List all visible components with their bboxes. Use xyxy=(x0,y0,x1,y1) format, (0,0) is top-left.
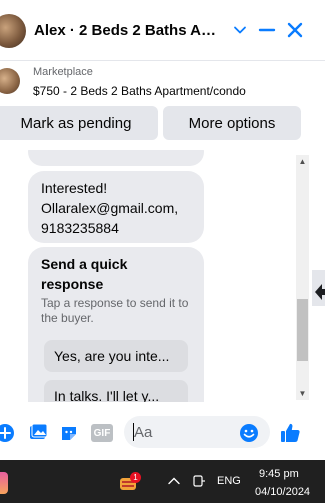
conversation-title[interactable]: Alex · 2 Beds 2 Baths Apar... xyxy=(34,22,224,39)
more-options-button[interactable]: More options xyxy=(163,106,301,140)
chevron-down-icon[interactable] xyxy=(228,18,252,42)
plus-icon[interactable] xyxy=(0,422,16,444)
listing-title: $750 - 2 Beds 2 Baths Apartment/condo xyxy=(33,84,246,98)
message-input-placeholder: Aa xyxy=(134,424,153,441)
network-icon[interactable] xyxy=(192,474,206,493)
message-composer: GIF Aa xyxy=(0,404,325,460)
photo-icon[interactable] xyxy=(27,422,49,444)
notification-badge: 1 xyxy=(130,472,141,483)
scroll-down-arrow-icon[interactable]: ▼ xyxy=(298,389,307,398)
previous-message-bubble xyxy=(28,150,204,166)
marketplace-label: Marketplace xyxy=(33,66,93,78)
sticker-icon[interactable] xyxy=(58,422,80,444)
quick-response-option[interactable]: In talks. I'll let y... xyxy=(44,380,188,402)
scrollbar-thumb[interactable] xyxy=(297,299,308,361)
app-icon[interactable] xyxy=(0,472,8,494)
quick-response-title: Send a quick response xyxy=(41,256,128,292)
minimize-icon[interactable] xyxy=(255,18,279,42)
quick-response-option[interactable]: Yes, are you inte... xyxy=(44,340,188,372)
clock-time[interactable]: 9:45 pm xyxy=(259,468,299,480)
chevron-up-icon[interactable] xyxy=(167,474,181,493)
quick-response-card: Send a quick response Tap a response to … xyxy=(28,247,204,402)
background-window-edge xyxy=(312,270,325,306)
quick-response-subtitle: Tap a response to send it to the buyer. xyxy=(41,296,189,325)
chat-header: Alex · 2 Beds 2 Baths Apar... xyxy=(0,0,325,61)
emoji-icon[interactable] xyxy=(238,422,260,444)
message-bubble[interactable]: Interested! Ollaralex@gmail.com, 9183235… xyxy=(28,171,204,243)
gif-icon[interactable]: GIF xyxy=(91,424,113,442)
windows-taskbar: 1 ENG 9:45 pm 04/10/2024 xyxy=(0,460,325,503)
marketplace-listing[interactable]: Marketplace $750 - 2 Beds 2 Baths Apartm… xyxy=(0,60,325,104)
scroll-up-arrow-icon[interactable]: ▲ xyxy=(298,157,307,166)
clock-date[interactable]: 04/10/2024 xyxy=(255,486,310,498)
message-list: Interested! Ollaralex@gmail.com, 9183235… xyxy=(0,150,312,402)
mark-as-pending-button[interactable]: Mark as pending xyxy=(0,106,158,140)
taskbar-app-icon[interactable]: 1 xyxy=(118,472,141,492)
scrollbar[interactable]: ▲ ▼ xyxy=(296,155,309,400)
message-text: Interested! Ollaralex@gmail.com, 9183235… xyxy=(41,180,179,236)
language-indicator[interactable]: ENG xyxy=(217,475,241,487)
close-icon[interactable] xyxy=(283,18,307,42)
listing-thumbnail xyxy=(0,68,20,94)
avatar[interactable] xyxy=(0,14,26,48)
thumbs-up-icon[interactable] xyxy=(279,422,301,444)
